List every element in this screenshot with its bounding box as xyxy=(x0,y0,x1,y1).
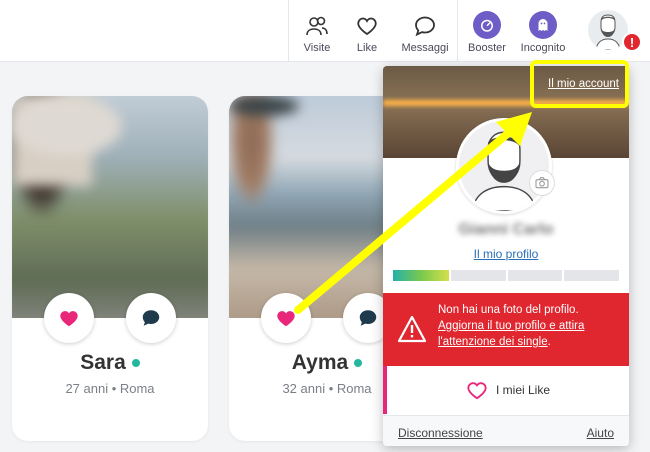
account-dropdown: Il mio account Gianni Carlo Il mio profi… xyxy=(383,66,629,446)
nav-visite[interactable]: Visite xyxy=(289,0,345,62)
nav-messaggi[interactable]: Messaggi xyxy=(397,0,453,62)
profile-username: Gianni Carlo xyxy=(458,221,554,238)
heart-icon xyxy=(357,17,377,36)
nav-booster-label: Booster xyxy=(468,42,506,54)
default-avatar-icon xyxy=(471,131,537,211)
profile-card[interactable]: Sara 27 anni • Roma xyxy=(12,96,208,441)
camera-icon[interactable] xyxy=(529,170,555,196)
visitors-icon xyxy=(306,16,328,36)
annotation-highlight-box xyxy=(530,60,629,108)
heart-outline-icon xyxy=(467,382,487,400)
like-button[interactable] xyxy=(44,293,94,343)
warning-icon xyxy=(397,315,427,343)
alert-line3: l'attenzione dei single. xyxy=(438,336,551,348)
profile-completion-fill xyxy=(393,270,450,281)
alert-badge: ! xyxy=(622,32,642,52)
premium-nav: Booster Incognito xyxy=(457,0,571,62)
nav-incognito-label: Incognito xyxy=(520,42,566,54)
chat-bubble-icon xyxy=(359,310,377,326)
update-profile-link-cont[interactable]: l'attenzione dei single xyxy=(438,336,548,348)
like-button[interactable] xyxy=(261,293,311,343)
main-nav: Visite Like Messaggi xyxy=(288,0,453,62)
nav-visite-label: Visite xyxy=(303,42,331,54)
online-indicator xyxy=(131,359,140,368)
logout-link[interactable]: Disconnessione xyxy=(398,426,483,440)
progress-divider xyxy=(562,270,564,281)
profile-meta: 27 anni • Roma xyxy=(65,381,155,396)
my-profile-link[interactable]: Il mio profilo xyxy=(383,247,629,261)
message-button[interactable] xyxy=(126,293,176,343)
my-likes-item[interactable]: I miei Like xyxy=(383,366,629,414)
profile-avatar[interactable] xyxy=(456,118,552,214)
dropdown-footer: Disconnessione Aiuto xyxy=(383,415,629,446)
nav-messaggi-label: Messaggi xyxy=(401,42,449,54)
booster-icon xyxy=(473,11,501,39)
ghost-icon xyxy=(529,11,557,39)
card-actions xyxy=(12,293,208,343)
help-link[interactable]: Aiuto xyxy=(587,426,614,440)
nav-like-label: Like xyxy=(356,42,378,54)
nav-incognito[interactable]: Incognito xyxy=(515,0,571,62)
no-photo-alert[interactable]: Non hai una foto del profilo. Aggiorna i… xyxy=(383,293,629,366)
top-bar: Visite Like Messaggi Booster Incognito xyxy=(0,0,650,62)
profile-name[interactable]: Sara xyxy=(12,351,208,375)
chat-bubble-icon xyxy=(142,310,160,326)
nav-booster[interactable]: Booster xyxy=(463,0,511,62)
progress-divider xyxy=(506,270,508,281)
heart-icon xyxy=(277,311,295,327)
update-profile-link[interactable]: Aggiorna il tuo profilo e attira xyxy=(438,320,584,332)
online-indicator xyxy=(354,359,363,368)
profile-photo[interactable] xyxy=(12,96,208,318)
progress-divider xyxy=(449,270,451,281)
heart-icon xyxy=(60,311,78,327)
my-likes-label: I miei Like xyxy=(495,383,551,397)
nav-like[interactable]: Like xyxy=(349,0,385,62)
profile-completion-bar xyxy=(393,270,619,281)
alert-message: Non hai una foto del profilo. xyxy=(438,304,579,316)
chat-bubble-icon xyxy=(415,16,435,37)
